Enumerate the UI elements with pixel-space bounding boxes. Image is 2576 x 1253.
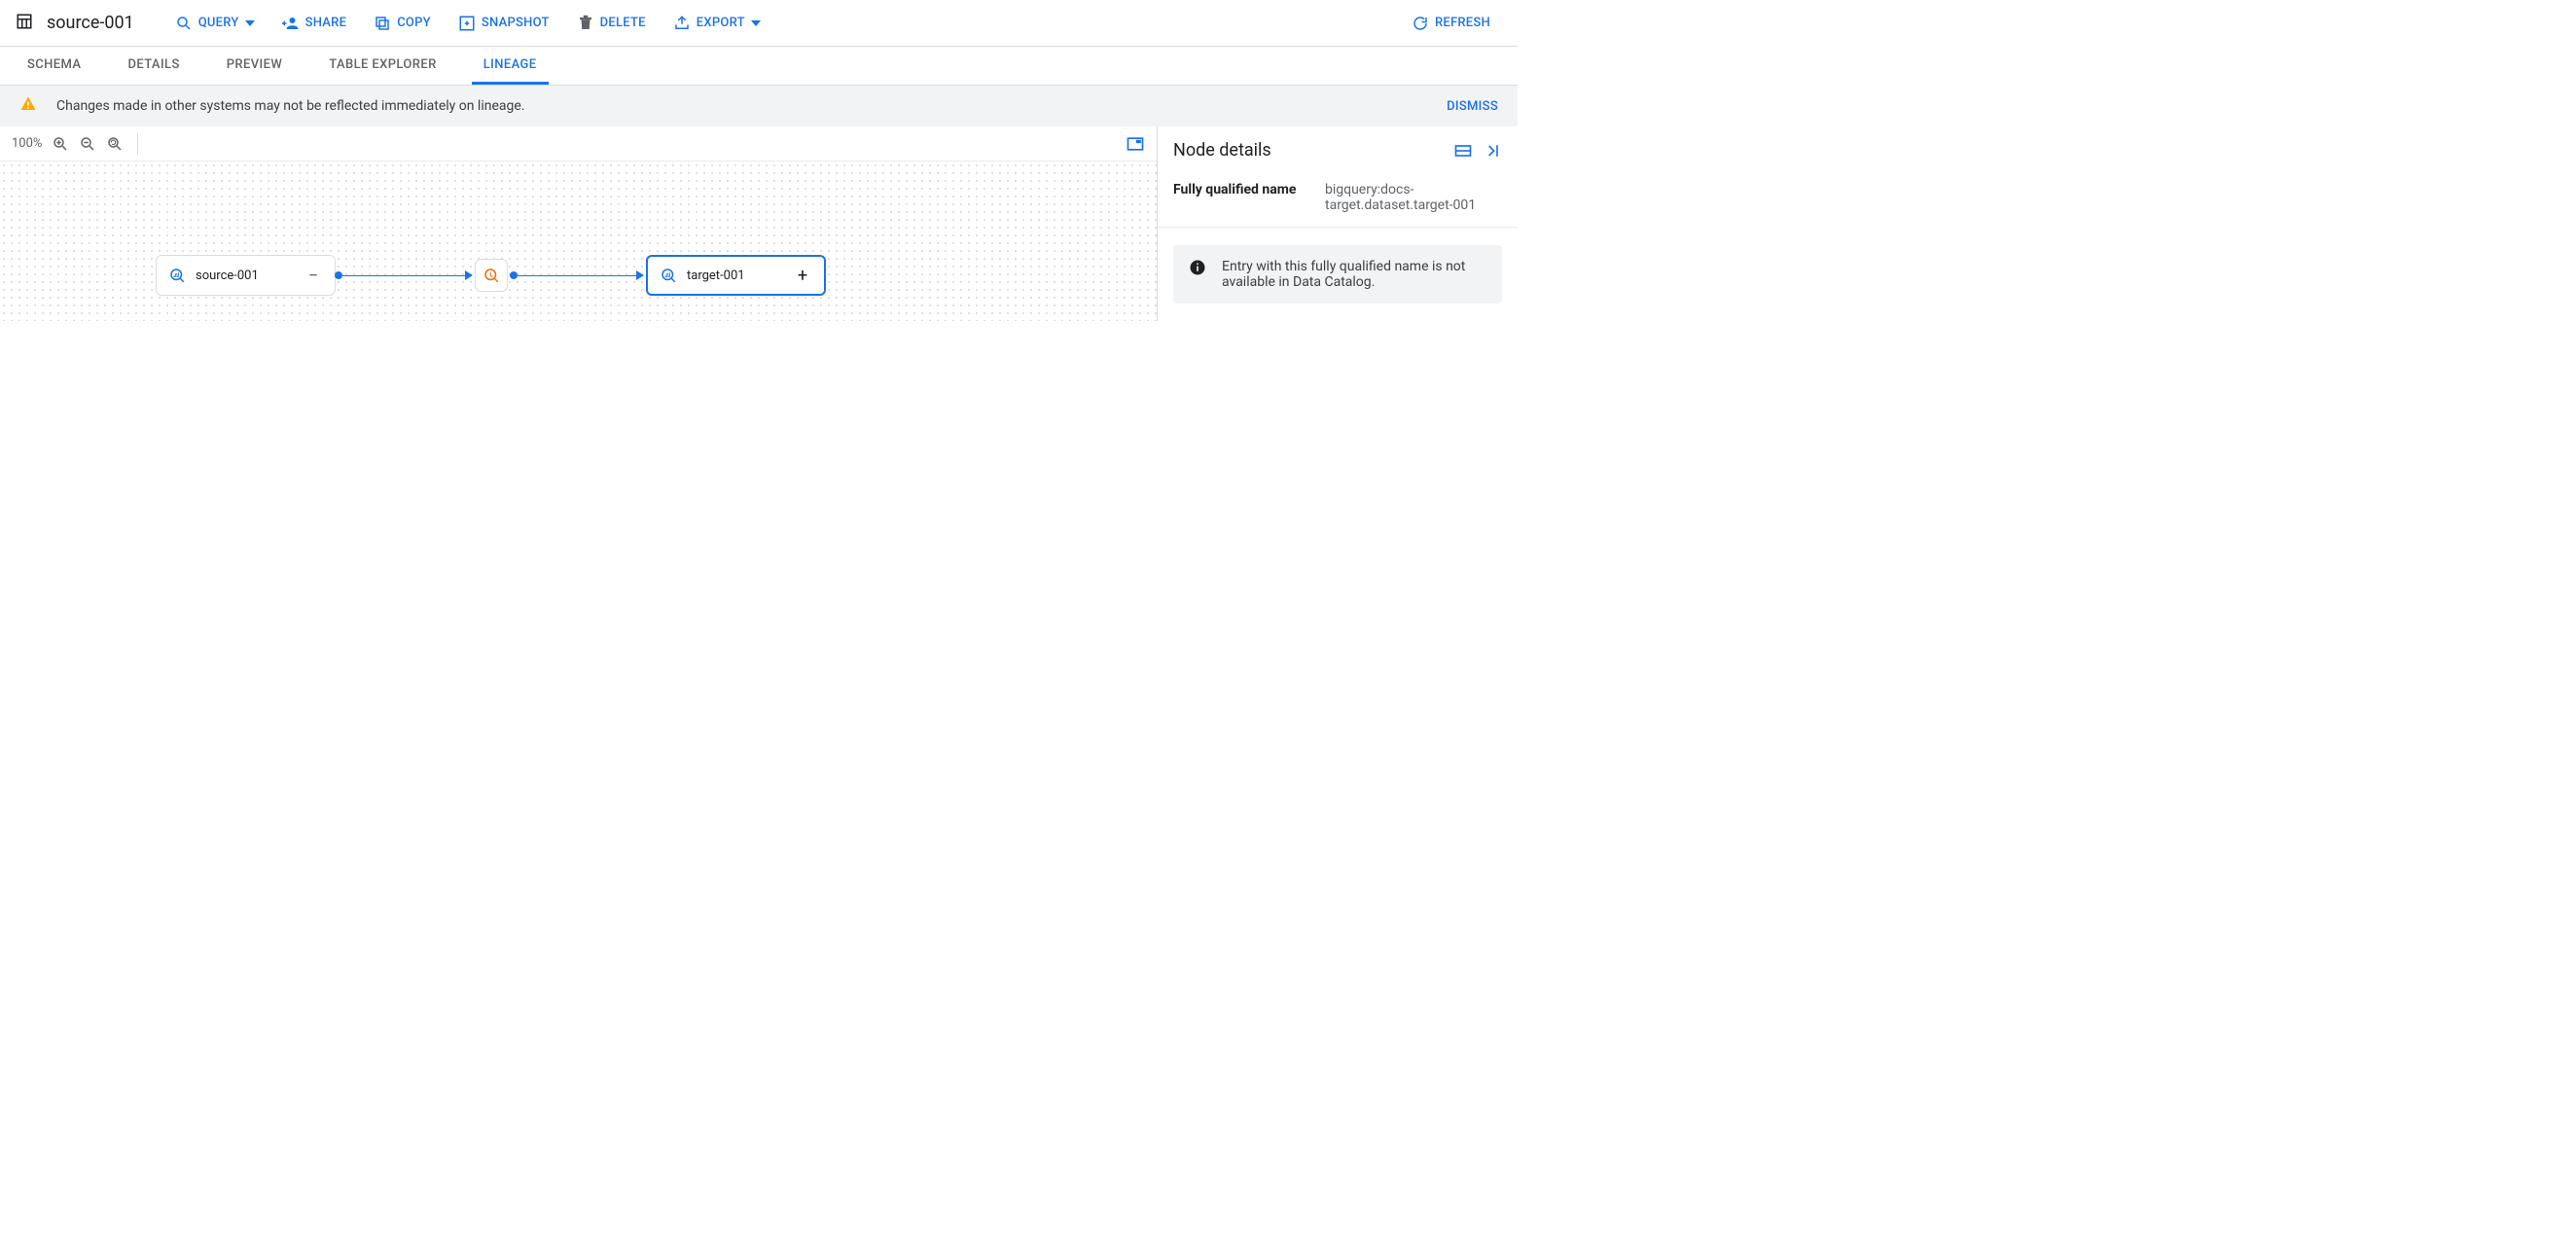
- fqn-value: bigquery:docs-target.dataset.target-001: [1325, 182, 1502, 213]
- edge-arrow: [636, 270, 644, 280]
- query-button[interactable]: QUERY: [163, 9, 267, 38]
- query-label: QUERY: [198, 16, 239, 30]
- collapse-panel-icon[interactable]: [1483, 141, 1502, 161]
- chevron-down-icon: [751, 20, 761, 26]
- lineage-canvas-wrap: 100% source-001 −: [0, 126, 1158, 321]
- tabs: SCHEMA DETAILS PREVIEW TABLE EXPLORER LI…: [0, 47, 1518, 86]
- fqn-label: Fully qualified name: [1173, 182, 1309, 213]
- search-icon: [175, 15, 193, 32]
- collapse-toggle[interactable]: −: [304, 266, 323, 286]
- export-button[interactable]: EXPORT: [662, 9, 772, 38]
- toolbar-divider: [137, 133, 138, 155]
- lineage-canvas[interactable]: source-001 − target-001 +: [0, 161, 1157, 321]
- bigquery-process-icon: [483, 267, 500, 284]
- tab-lineage[interactable]: LINEAGE: [472, 48, 549, 85]
- zoom-in-icon[interactable]: [52, 135, 69, 153]
- share-label: SHARE: [305, 16, 347, 30]
- bigquery-icon: [660, 267, 677, 284]
- canvas-toolbar: 100%: [0, 126, 1157, 161]
- header-actions: QUERY SHARE COPY SNAPSHOT DELETE EXPORT: [163, 9, 772, 38]
- main-area: 100% source-001 −: [0, 126, 1518, 321]
- node-label: target-001: [687, 268, 783, 283]
- lineage-info-banner: Changes made in other systems may not be…: [0, 86, 1518, 126]
- edge-line: [518, 275, 636, 276]
- tab-table-explorer[interactable]: TABLE EXPLORER: [317, 48, 447, 85]
- edge-start-dot: [335, 271, 342, 279]
- fqn-row: Fully qualified name bigquery:docs-targe…: [1158, 172, 1518, 228]
- side-panel-title: Node details: [1173, 140, 1444, 161]
- fullscreen-icon[interactable]: [1126, 134, 1145, 154]
- chevron-down-icon: [245, 20, 255, 26]
- page-title: source-001: [47, 13, 134, 33]
- trash-icon: [577, 15, 594, 32]
- page-header: source-001 QUERY SHARE COPY SNAPSHOT DEL…: [0, 0, 1518, 47]
- edge-arrow: [465, 270, 473, 280]
- tab-preview[interactable]: PREVIEW: [215, 48, 295, 85]
- copy-button[interactable]: COPY: [362, 9, 443, 38]
- table-icon: [16, 13, 33, 34]
- dismiss-button[interactable]: DISMISS: [1447, 99, 1498, 114]
- bigquery-icon: [168, 267, 186, 284]
- refresh-button[interactable]: REFRESH: [1400, 9, 1502, 38]
- delete-button[interactable]: DELETE: [565, 9, 658, 38]
- node-label: source-001: [196, 268, 294, 283]
- catalog-unavailable-note: Entry with this fully qualified name is …: [1173, 245, 1502, 304]
- tab-details[interactable]: DETAILS: [116, 48, 191, 85]
- note-text: Entry with this fully qualified name is …: [1222, 259, 1486, 290]
- copy-label: COPY: [397, 16, 431, 30]
- copy-icon: [374, 15, 391, 32]
- zoom-out-icon[interactable]: [79, 135, 96, 153]
- snapshot-button[interactable]: SNAPSHOT: [447, 9, 561, 38]
- banner-message: Changes made in other systems may not be…: [56, 98, 1427, 114]
- edge-start-dot: [510, 271, 518, 279]
- snapshot-icon: [458, 15, 476, 32]
- title-wrap: source-001: [16, 13, 134, 34]
- node-details-panel: Node details Fully qualified name bigque…: [1158, 126, 1518, 321]
- delete-label: DELETE: [600, 16, 646, 30]
- export-label: EXPORT: [697, 16, 745, 30]
- edge-line: [342, 275, 465, 276]
- lineage-node-source[interactable]: source-001 −: [156, 255, 336, 296]
- export-icon: [673, 15, 691, 32]
- person-add-icon: [282, 15, 300, 32]
- lineage-process-node[interactable]: [475, 259, 508, 292]
- zoom-level: 100%: [12, 136, 42, 151]
- share-button[interactable]: SHARE: [270, 9, 359, 38]
- zoom-reset-icon[interactable]: [106, 135, 124, 153]
- warning-icon: [19, 95, 37, 117]
- lineage-node-target[interactable]: target-001 +: [646, 255, 826, 296]
- refresh-label: REFRESH: [1435, 16, 1490, 30]
- snapshot-label: SNAPSHOT: [482, 16, 550, 30]
- info-icon: [1189, 259, 1206, 276]
- expand-toggle[interactable]: +: [793, 266, 812, 286]
- side-panel-header: Node details: [1158, 126, 1518, 172]
- refresh-icon: [1412, 15, 1429, 32]
- panel-layout-icon[interactable]: [1453, 141, 1473, 161]
- tab-schema[interactable]: SCHEMA: [16, 48, 92, 85]
